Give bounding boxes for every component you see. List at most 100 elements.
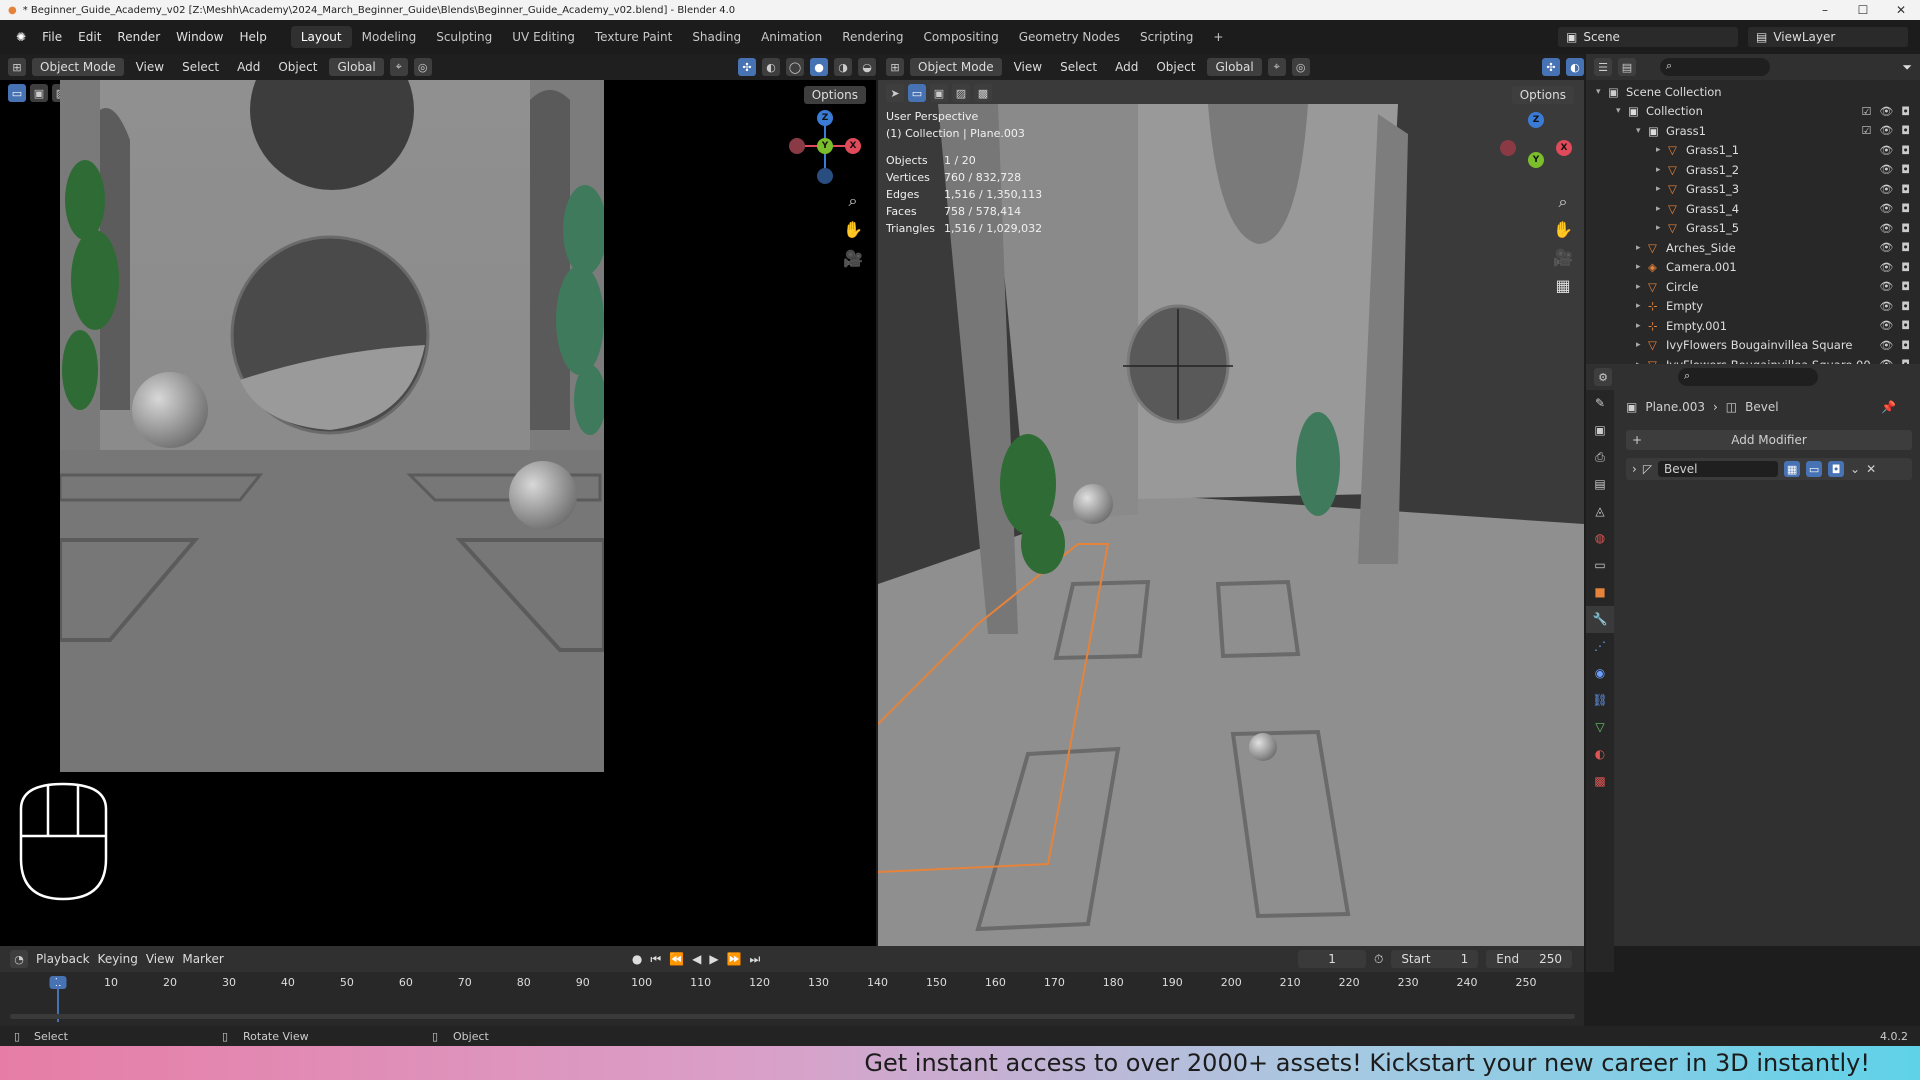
view-layer-tab-icon[interactable]: ▤ bbox=[1586, 471, 1614, 498]
left-viewport[interactable]: ⊞ Object Mode View Select Add Object Glo… bbox=[0, 54, 876, 946]
pan-hand-icon[interactable]: ✋ bbox=[841, 218, 865, 242]
transform-orientation-dropdown[interactable]: Global bbox=[1207, 58, 1262, 76]
outliner-row[interactable]: ▸ ▽ Arches_Side 👁 ◘ bbox=[1586, 238, 1920, 258]
minimize-button[interactable]: – bbox=[1806, 0, 1844, 20]
camera-view-icon[interactable]: 🎥 bbox=[841, 247, 865, 271]
gizmo-toggle-icon[interactable]: ✣ bbox=[738, 58, 756, 76]
close-button[interactable]: ✕ bbox=[1882, 0, 1920, 20]
jump-end-icon[interactable]: ⏭ bbox=[750, 952, 761, 967]
neg-x-axis-icon[interactable] bbox=[1500, 140, 1516, 156]
rendered-shading-icon[interactable]: ◒ bbox=[858, 58, 876, 76]
tab-texture-paint[interactable]: Texture Paint bbox=[585, 26, 682, 48]
transform-orientation-dropdown[interactable]: Global bbox=[329, 58, 384, 76]
material-tab-icon[interactable]: ◐ bbox=[1586, 741, 1614, 768]
modifier-tab-icon[interactable]: 🔧 bbox=[1586, 606, 1614, 633]
menu-window[interactable]: Window bbox=[168, 30, 231, 44]
next-keyframe-icon[interactable]: ⏩ bbox=[727, 952, 742, 966]
tab-modeling[interactable]: Modeling bbox=[352, 26, 427, 48]
render-camera-icon[interactable]: ◘ bbox=[1901, 144, 1910, 157]
eye-icon[interactable]: 👁 bbox=[1879, 339, 1893, 352]
chevron-down-icon[interactable]: ▾ bbox=[1596, 87, 1608, 97]
outliner-row[interactable]: ▸ ◈ Camera.001 👁 ◘ bbox=[1586, 258, 1920, 278]
exclude-checkbox[interactable]: ☑ bbox=[1861, 124, 1871, 137]
tab-uv-editing[interactable]: UV Editing bbox=[502, 26, 585, 48]
select-subtract-icon[interactable]: ▨ bbox=[952, 84, 970, 102]
menu-playback[interactable]: Playback bbox=[36, 952, 90, 966]
outliner-row[interactable]: ▸ ▽ Grass1_2 👁 ◘ bbox=[1586, 160, 1920, 180]
display-mode-icon[interactable]: ▤ bbox=[1618, 58, 1636, 76]
chevron-down-icon[interactable]: ⌄ bbox=[1850, 462, 1860, 476]
neg-z-axis-icon[interactable] bbox=[817, 168, 833, 184]
x-axis-icon[interactable]: X bbox=[845, 138, 861, 154]
eye-icon[interactable]: 👁 bbox=[1879, 202, 1893, 215]
gizmo-toggle-icon[interactable]: ✣ bbox=[1542, 58, 1560, 76]
viewport-toggle-icon[interactable]: ▭ bbox=[1806, 461, 1823, 477]
pin-icon[interactable]: 📌 bbox=[1881, 400, 1896, 414]
particles-tab-icon[interactable]: ⋰ bbox=[1586, 633, 1614, 660]
outliner-row[interactable]: ▸ ⊹ Empty.001 👁 ◘ bbox=[1586, 316, 1920, 336]
eye-icon[interactable]: 👁 bbox=[1879, 183, 1893, 196]
neg-x-axis-icon[interactable] bbox=[789, 138, 805, 154]
chevron-right-icon[interactable]: ▸ bbox=[1656, 165, 1668, 175]
outliner-row[interactable]: ▸ ▽ Grass1_3 👁 ◘ bbox=[1586, 180, 1920, 200]
menu-help[interactable]: Help bbox=[231, 30, 274, 44]
chevron-right-icon[interactable]: ▸ bbox=[1656, 223, 1668, 233]
editor-type-icon[interactable]: ⚙ bbox=[1594, 368, 1612, 386]
texture-tab-icon[interactable]: ▩ bbox=[1586, 768, 1614, 795]
z-axis-icon[interactable]: Z bbox=[817, 110, 833, 126]
end-frame-field[interactable]: End 250 bbox=[1486, 950, 1572, 968]
scene-selector[interactable]: ▣ Scene bbox=[1558, 27, 1738, 47]
overlay-icon[interactable]: ◐ bbox=[1566, 58, 1584, 76]
select-invert-icon[interactable]: ▩ bbox=[974, 84, 992, 102]
mode-dropdown[interactable]: Object Mode bbox=[910, 58, 1002, 76]
select-box-icon[interactable]: ▭ bbox=[8, 84, 26, 102]
add-modifier-button[interactable]: + Add Modifier bbox=[1626, 430, 1912, 450]
close-icon[interactable]: ✕ bbox=[1866, 462, 1876, 476]
menu-object[interactable]: Object bbox=[272, 60, 323, 74]
render-camera-icon[interactable]: ◘ bbox=[1901, 241, 1910, 254]
tab-sculpting[interactable]: Sculpting bbox=[426, 26, 502, 48]
menu-view[interactable]: View bbox=[146, 952, 174, 966]
record-icon[interactable]: ● bbox=[632, 952, 642, 966]
render-camera-icon[interactable]: ◘ bbox=[1901, 183, 1910, 196]
outliner-row[interactable]: ▸ ⊹ Empty 👁 ◘ bbox=[1586, 297, 1920, 317]
exclude-checkbox[interactable]: ☑ bbox=[1861, 105, 1871, 118]
mode-dropdown[interactable]: Object Mode bbox=[32, 58, 124, 76]
chevron-right-icon[interactable]: ▸ bbox=[1656, 204, 1668, 214]
chevron-right-icon[interactable]: ▸ bbox=[1636, 340, 1648, 350]
constraints-tab-icon[interactable]: ⛓ bbox=[1586, 687, 1614, 714]
outliner-row[interactable]: ▸ ▽ Circle 👁 ◘ bbox=[1586, 277, 1920, 297]
x-axis-icon[interactable]: X bbox=[1556, 140, 1572, 156]
timeline-ruler[interactable]: 1102030405060708090100110120130140150160… bbox=[0, 976, 1584, 996]
view-layer-selector[interactable]: ▤ ViewLayer bbox=[1748, 27, 1908, 47]
tool-tab-icon[interactable]: ✎ bbox=[1586, 390, 1614, 417]
maximize-button[interactable]: ☐ bbox=[1844, 0, 1882, 20]
timeline-scrollbar[interactable] bbox=[10, 1014, 1575, 1019]
right-viewport[interactable]: ⊞ Object Mode View Select Add Object Glo… bbox=[878, 54, 1584, 946]
proportional-icon[interactable]: ◎ bbox=[413, 58, 432, 76]
chevron-right-icon[interactable]: ▸ bbox=[1656, 145, 1668, 155]
overlay-icon[interactable]: ◐ bbox=[762, 58, 780, 76]
render-camera-icon[interactable]: ◘ bbox=[1901, 261, 1910, 274]
proportional-icon[interactable]: ◎ bbox=[1291, 58, 1310, 76]
outliner-search-input[interactable]: ⌕ bbox=[1660, 58, 1770, 76]
prev-keyframe-icon[interactable]: ⏪ bbox=[669, 952, 684, 966]
editor-type-icon[interactable]: ⊞ bbox=[886, 58, 904, 76]
chevron-right-icon[interactable]: › bbox=[1632, 462, 1637, 476]
chevron-right-icon[interactable]: ▸ bbox=[1656, 184, 1668, 194]
menu-view[interactable]: View bbox=[130, 60, 170, 74]
chevron-right-icon[interactable]: ▸ bbox=[1636, 301, 1648, 311]
select-extend-icon[interactable]: ▣ bbox=[30, 84, 48, 102]
eye-icon[interactable]: 👁 bbox=[1879, 163, 1893, 176]
start-frame-field[interactable]: Start 1 bbox=[1391, 950, 1479, 968]
navigation-gizmo[interactable]: Z X Y bbox=[785, 106, 865, 186]
chevron-right-icon[interactable]: ▸ bbox=[1636, 282, 1648, 292]
data-tab-icon[interactable]: ▽ bbox=[1586, 714, 1614, 741]
camera-view-icon[interactable]: 🎥 bbox=[1551, 246, 1575, 270]
material-shading-icon[interactable]: ◑ bbox=[834, 58, 852, 76]
eye-icon[interactable]: 👁 bbox=[1879, 319, 1893, 332]
editor-type-icon[interactable]: ◔ bbox=[10, 950, 28, 968]
tab-rendering[interactable]: Rendering bbox=[832, 26, 913, 48]
render-tab-icon[interactable]: ▣ bbox=[1586, 417, 1614, 444]
physics-tab-icon[interactable]: ◉ bbox=[1586, 660, 1614, 687]
